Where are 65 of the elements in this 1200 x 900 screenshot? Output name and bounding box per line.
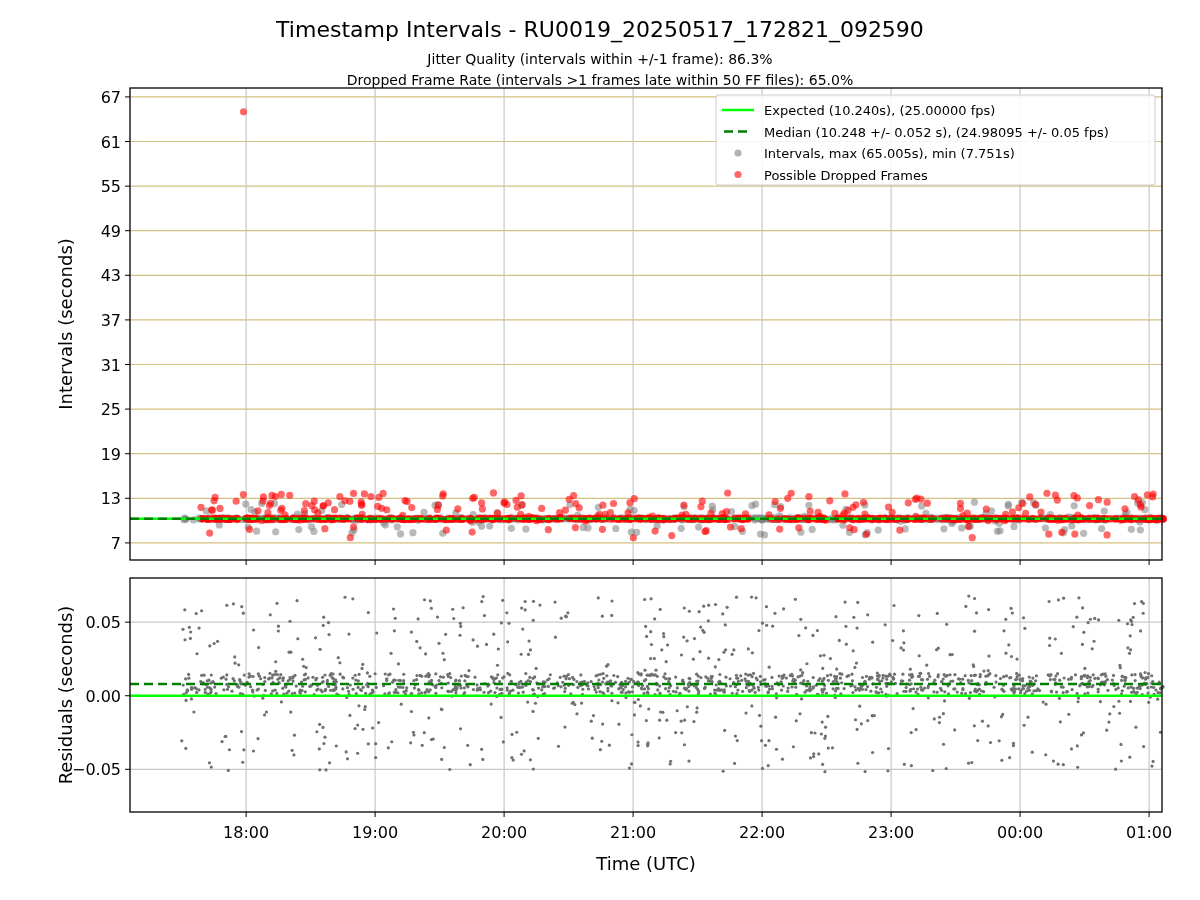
tick-label: 67	[100, 87, 121, 107]
tick-mark	[1019, 811, 1021, 818]
tick-label: 7	[110, 533, 121, 553]
legend-line-icon	[722, 108, 754, 112]
tick-label: 25	[100, 400, 121, 420]
tick-mark	[124, 695, 131, 697]
legend-label: Intervals, max (65.005s), min (7.751s)	[764, 146, 1015, 161]
chart-subtitle: Jitter Quality (intervals within +/-1 frame): 86.3%	[427, 51, 773, 67]
tick-label: 21:00	[610, 823, 657, 842]
tick-label: 20:00	[481, 823, 528, 842]
legend-marker-icon	[734, 149, 742, 157]
tick-mark	[124, 274, 131, 276]
tick-label: 55	[100, 177, 121, 197]
tick-mark	[124, 408, 131, 410]
chart-title: Timestamp Intervals - RU0019_20250517_172821_092590	[276, 17, 924, 42]
tick-mark	[890, 811, 892, 818]
tick-mark	[245, 559, 247, 566]
tick-label: 23:00	[868, 823, 915, 842]
tick-mark	[124, 96, 131, 98]
tick-mark	[124, 364, 131, 365]
tick-label: 13	[100, 489, 121, 509]
tick-mark	[245, 811, 247, 818]
tick-label: 31	[100, 355, 121, 375]
tick-mark	[761, 811, 763, 818]
tick-label: 49	[100, 221, 121, 241]
axis-label: Intervals (seconds)	[55, 238, 76, 410]
tick-mark	[374, 811, 376, 818]
tick-mark	[503, 559, 505, 566]
legend-label: Median (10.248 +/- 0.052 s), (24.98095 +/- 0.05 fps)	[764, 124, 1109, 140]
legend-marker-icon	[734, 170, 742, 179]
tick-mark	[1148, 559, 1150, 566]
tick-mark	[632, 811, 634, 818]
tick-label: −0.05	[71, 760, 121, 780]
tick-mark	[124, 319, 131, 321]
tick-mark	[374, 559, 376, 566]
legend-label: Expected (10.240s), (25.00000 fps)	[764, 103, 996, 118]
tick-mark	[124, 141, 131, 142]
tick-mark	[124, 542, 131, 544]
tick-label: 01:00	[1126, 823, 1173, 842]
axis-label: Time (UTC)	[596, 853, 696, 874]
tick-mark	[1148, 811, 1150, 818]
tick-label: 00:00	[997, 823, 1044, 842]
tick-mark	[761, 559, 763, 566]
tick-label: 0.00	[85, 686, 121, 706]
tick-mark	[124, 230, 131, 232]
tick-label: 19:00	[352, 823, 399, 842]
tick-label: 19	[100, 444, 121, 464]
tick-mark	[124, 621, 131, 623]
tick-mark	[632, 559, 634, 566]
outlier-point	[239, 108, 248, 116]
tick-label: 37	[100, 310, 121, 330]
tick-mark	[124, 768, 131, 770]
tick-mark	[503, 811, 505, 818]
tick-mark	[124, 497, 131, 499]
tick-mark	[124, 185, 131, 187]
tick-mark	[124, 453, 131, 455]
tick-label: 22:00	[739, 823, 786, 842]
tick-label: 18:00	[223, 823, 270, 842]
tick-label: 43	[100, 266, 121, 286]
chart-subtitle: Dropped Frame Rate (intervals >1 frames late within 50 FF files): 65.0%	[346, 72, 854, 88]
legend-label: Possible Dropped Frames	[764, 167, 928, 183]
tick-label: 0.05	[85, 613, 121, 633]
tick-label: 61	[100, 132, 121, 152]
tick-mark	[1019, 559, 1021, 566]
tick-mark	[890, 559, 892, 566]
